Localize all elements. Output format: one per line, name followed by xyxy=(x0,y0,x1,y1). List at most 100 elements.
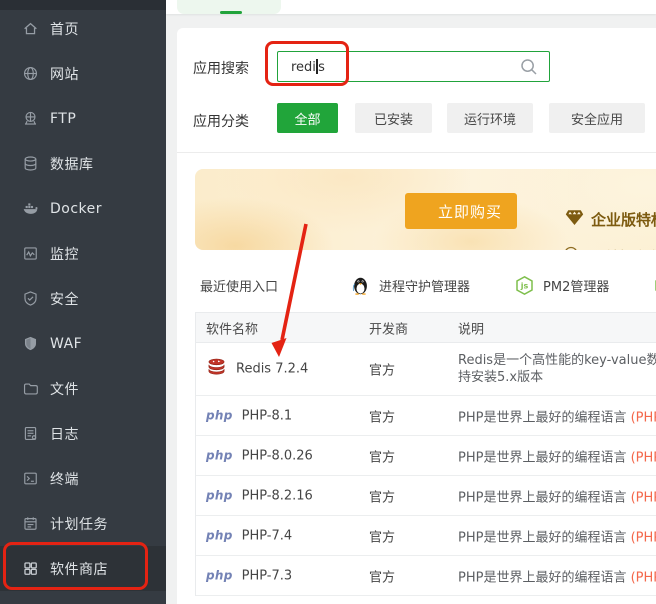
search-icon[interactable] xyxy=(519,57,539,77)
gem-icon xyxy=(565,209,584,230)
category-security-button[interactable]: 安全应用 xyxy=(549,103,645,133)
table-row-php-8-2-16[interactable]: php PHP-8.2.16 官方 PHP是世界上最好的编程语言 (PHP语言 xyxy=(196,476,656,516)
software-name: PHP-7.3 xyxy=(242,568,293,583)
category-runtime-button[interactable]: 运行环境 xyxy=(447,103,533,133)
database-icon xyxy=(22,155,39,172)
nodejs-hexagon-icon: js xyxy=(514,275,535,296)
software-name: PHP-8.1 xyxy=(242,408,293,423)
redis-icon xyxy=(206,358,227,381)
category-installed-button[interactable]: 已安装 xyxy=(355,103,432,133)
sidebar-item-cron[interactable]: 计划任务 xyxy=(0,501,166,546)
software-description: PHP是世界上最好的编程语言 (PHP语言 xyxy=(458,406,656,425)
software-vendor: 官方 xyxy=(369,486,395,505)
software-store-panel: 应用搜索 redis 应用分类 全部 已安装 运行环境 安全应用 立即购买 企业… xyxy=(177,28,656,604)
table-row-php-8-0-26[interactable]: php PHP-8.0.26 官方 PHP是世界上最好的编程语言 (PHP语言 xyxy=(196,436,656,476)
software-vendor: 官方 xyxy=(369,526,395,545)
software-vendor: 官方 xyxy=(369,360,395,379)
software-description: Redis是一个高性能的key-value数据库，支持安装5.x版本 xyxy=(458,352,656,386)
folder-icon xyxy=(22,380,39,397)
section-divider xyxy=(177,152,656,153)
calendar-icon xyxy=(22,515,39,532)
recent-apps-row: 最近使用入口 进程守护管理器 js PM2管理器 js Node.js版本管理器 xyxy=(200,275,656,296)
sidebar-item-label: 终端 xyxy=(50,469,79,489)
column-header-description: 说明 xyxy=(458,318,484,337)
table-row-php-7-3[interactable]: php PHP-7.3 官方 PHP是世界上最好的编程语言 (PHP语言 xyxy=(196,556,656,596)
php-icon: php xyxy=(206,489,233,503)
sidebar-item-terminal[interactable]: 终端 xyxy=(0,456,166,501)
globe-icon xyxy=(22,65,39,82)
sidebar-item-database[interactable]: 数据库 xyxy=(0,141,166,186)
table-row-redis[interactable]: Redis 7.2.4 官方 Redis是一个高性能的key-value数据库，… xyxy=(196,343,656,396)
sidebar-item-files[interactable]: 文件 xyxy=(0,366,166,411)
software-description: PHP是世界上最好的编程语言 (PHP语言 xyxy=(458,526,656,545)
software-description: PHP是世界上最好的编程语言 (PHP语言 xyxy=(458,566,656,585)
php-icon: php xyxy=(206,529,233,543)
software-vendor: 官方 xyxy=(369,566,395,585)
home-icon xyxy=(22,20,39,37)
log-file-icon xyxy=(22,425,39,442)
app-category-label: 应用分类 xyxy=(193,111,249,131)
recent-entry-label: 最近使用入口 xyxy=(200,276,278,295)
sidebar-item-website[interactable]: 网站 xyxy=(0,51,166,96)
app-search-label: 应用搜索 xyxy=(193,58,249,78)
sidebar-item-label: 数据库 xyxy=(50,154,94,174)
column-header-name: 软件名称 xyxy=(206,318,258,337)
recent-app-process-daemon[interactable]: 进程守护管理器 xyxy=(350,275,470,296)
software-name: PHP-7.4 xyxy=(242,528,293,543)
terminal-icon xyxy=(22,470,39,487)
enterprise-privilege-title: 企业版特权 xyxy=(565,209,656,230)
app-grid-icon xyxy=(22,560,39,577)
sidebar: 首页 网站 FTP 数据库 Docker 监控 xyxy=(0,0,166,604)
buy-now-button[interactable]: 立即购买 xyxy=(405,193,517,229)
sidebar-item-label: 文件 xyxy=(50,379,79,399)
sidebar-item-label: 安全 xyxy=(50,289,79,309)
sidebar-item-monitor[interactable]: 监控 xyxy=(0,231,166,276)
sidebar-item-security[interactable]: 安全 xyxy=(0,276,166,321)
sidebar-item-label: 计划任务 xyxy=(50,514,108,534)
sidebar-item-label: 首页 xyxy=(50,19,79,39)
software-name: Redis 7.2.4 xyxy=(236,362,308,377)
shield-check-icon xyxy=(22,290,39,307)
sidebar-item-label: FTP xyxy=(50,111,76,127)
sidebar-item-ftp[interactable]: FTP xyxy=(0,96,166,141)
php-icon: php xyxy=(206,409,233,423)
sidebar-item-home[interactable]: 首页 xyxy=(0,6,166,51)
sidebar-item-docker[interactable]: Docker xyxy=(0,186,166,231)
enterprise-promo-banner: 立即购买 企业版特权 5分钟极速响应 xyxy=(195,169,656,250)
sidebar-item-software-store[interactable]: 软件商店 xyxy=(0,546,166,591)
monitor-icon xyxy=(22,245,39,262)
fast-clock-icon xyxy=(562,245,579,250)
php-icon: php xyxy=(206,449,233,463)
software-name: PHP-8.2.16 xyxy=(242,488,313,503)
sidebar-item-label: Docker xyxy=(50,201,102,217)
recent-app-pm2[interactable]: js PM2管理器 xyxy=(514,275,609,296)
svg-text:js: js xyxy=(520,282,529,291)
docker-icon xyxy=(22,200,39,217)
table-row-php-7-4[interactable]: php PHP-7.4 官方 PHP是世界上最好的编程语言 (PHP语言 xyxy=(196,516,656,556)
software-description: PHP是世界上最好的编程语言 (PHP语言 xyxy=(458,446,656,465)
app-search-input[interactable]: redis xyxy=(277,51,550,82)
active-tab-indicator xyxy=(220,11,242,14)
enterprise-privilege-subtitle: 5分钟极速响应 xyxy=(562,245,656,250)
software-description: PHP是世界上最好的编程语言 (PHP语言 xyxy=(458,486,656,505)
software-store-page: 首页 网站 FTP 数据库 Docker 监控 xyxy=(0,0,656,604)
sidebar-item-waf[interactable]: WAF xyxy=(0,321,166,366)
sidebar-item-label: 网站 xyxy=(50,64,79,84)
sidebar-item-logs[interactable]: 日志 xyxy=(0,411,166,456)
category-all-button[interactable]: 全部 xyxy=(277,103,338,133)
software-table-header: 软件名称 开发商 说明 xyxy=(196,313,656,343)
ftp-icon xyxy=(22,110,39,127)
sidebar-nav: 首页 网站 FTP 数据库 Docker 监控 xyxy=(0,6,166,591)
linux-tux-icon xyxy=(350,275,371,296)
table-row-php-8-1[interactable]: php PHP-8.1 官方 PHP是世界上最好的编程语言 (PHP语言 xyxy=(196,396,656,436)
column-header-vendor: 开发商 xyxy=(369,318,408,337)
sidebar-item-label: 软件商店 xyxy=(50,559,108,579)
sidebar-item-label: WAF xyxy=(50,336,82,352)
software-table: 软件名称 开发商 说明 Redis 7.2.4 官方 Redis是一个高性能的k… xyxy=(195,312,656,596)
software-name: PHP-8.0.26 xyxy=(242,448,313,463)
php-icon: php xyxy=(206,569,233,583)
waf-shield-icon xyxy=(22,335,39,352)
sidebar-item-label: 日志 xyxy=(50,424,79,444)
software-vendor: 官方 xyxy=(369,406,395,425)
software-vendor: 官方 xyxy=(369,446,395,465)
